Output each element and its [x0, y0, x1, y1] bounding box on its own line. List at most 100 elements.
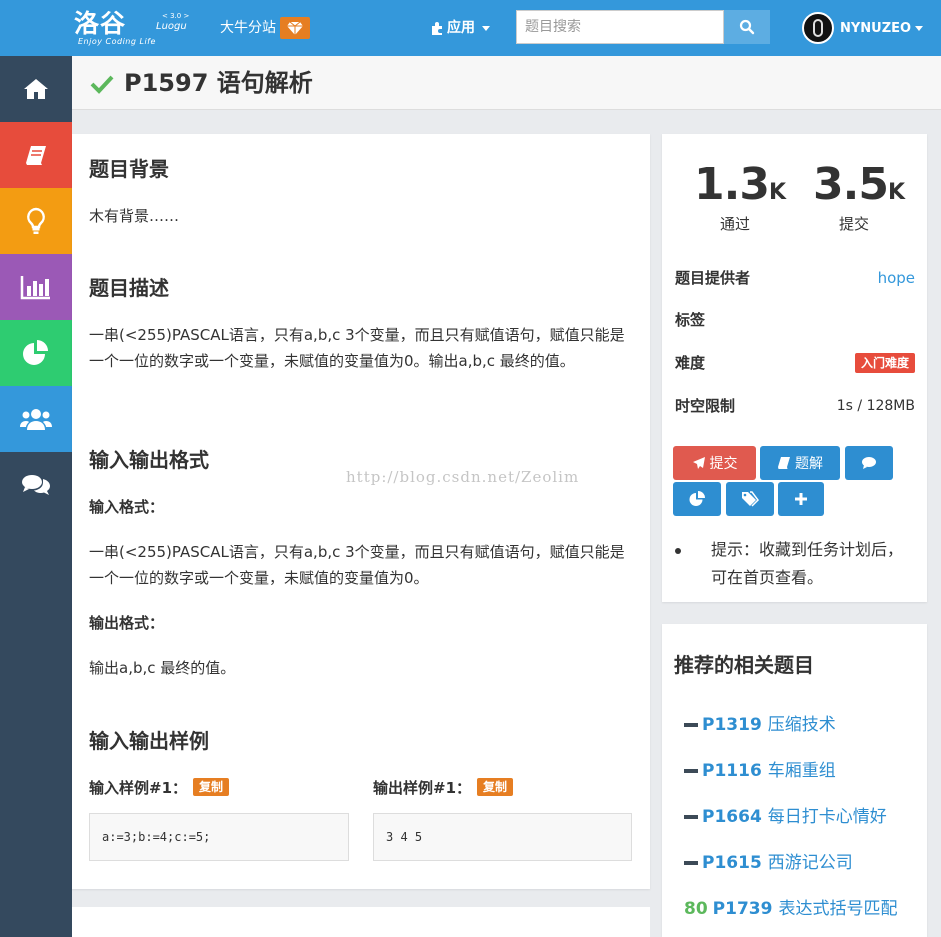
list-item[interactable]: P1319 压缩技术 — [684, 713, 836, 737]
bar-chart-icon — [20, 276, 50, 300]
discuss-button[interactable] — [845, 446, 893, 480]
output-format-label: 输出格式： — [89, 614, 165, 632]
sidebar-item-contests[interactable] — [0, 320, 72, 386]
subsite-label: 大牛分站 — [220, 20, 276, 36]
book-icon — [778, 457, 790, 469]
search-icon — [739, 19, 755, 35]
comments-icon — [22, 475, 50, 495]
difficulty-label: 难度 — [675, 354, 706, 372]
add-button[interactable] — [778, 482, 824, 516]
output-format-text: 输出a,b,c 最终的值。 — [89, 659, 236, 677]
problem-id: P1664 — [702, 807, 762, 827]
difficulty-badge: 入门难度 — [854, 353, 915, 373]
accepted-count: 1.3K — [694, 159, 787, 210]
page-title: P1597 语句解析 — [124, 69, 313, 97]
limit-label: 时空限制 — [675, 397, 736, 415]
provider-link[interactable]: hope — [878, 266, 915, 290]
tags-label: 标签 — [675, 311, 706, 329]
problem-info-card: 1.3K 通过 3.5K 提交 题目提供者 hope 标签 难度 入门难度 时空… — [662, 134, 927, 602]
tags-row: 标签 — [675, 308, 915, 332]
username: NYNUZEO — [840, 20, 912, 36]
sidebar-item-discuss[interactable] — [0, 452, 72, 518]
list-item[interactable]: 80 P1739 表达式括号匹配 — [684, 897, 897, 921]
problem-id: P1739 — [712, 899, 773, 919]
pie-chart-icon — [689, 491, 705, 506]
list-item[interactable]: P1116 车厢重组 — [684, 759, 836, 783]
problem-id: P1615 — [702, 853, 762, 873]
problem-name: 西游记公司 — [767, 853, 853, 873]
plus-icon — [795, 493, 807, 505]
comment-icon — [862, 457, 876, 469]
submit-button[interactable]: 提交 — [673, 446, 756, 480]
sample-output-label: 输出样例#1： — [373, 779, 472, 797]
user-menu[interactable]: NYNUZEO — [802, 12, 924, 44]
io-format-heading: 输入输出格式 — [89, 448, 209, 472]
limit-value: 1s / 128MB — [836, 398, 915, 414]
description-heading: 题目描述 — [89, 276, 169, 300]
accepted-label: 通过 — [719, 215, 750, 233]
hint-text: 提示：收藏到任务计划后，可在首页查看。 — [711, 540, 904, 587]
paper-plane-icon — [692, 457, 705, 469]
list-item[interactable]: P1615 西游记公司 — [684, 851, 853, 875]
copy-input-button[interactable]: 复制 — [193, 778, 230, 796]
list-item[interactable]: P1664 每日打卡心情好 — [684, 805, 887, 829]
book-icon — [26, 146, 46, 165]
watermark-text: http://blog.csdn.net/Zeolim — [346, 468, 580, 486]
submitted-count: 3.5K — [813, 159, 906, 210]
logo-version: < 3.0 > — [162, 12, 190, 20]
tags-icon — [742, 491, 759, 507]
users-icon — [20, 409, 52, 430]
sample-input-header: 输入样例#1： 复制 — [89, 777, 230, 799]
pie-chart-icon — [23, 340, 48, 365]
sidebar — [0, 56, 72, 937]
sample-input-label: 输入样例#1： — [89, 779, 188, 797]
problem-name: 压缩技术 — [767, 715, 836, 735]
samples-heading: 输入输出样例 — [89, 729, 209, 753]
problem-name: 每日打卡心情好 — [767, 807, 887, 827]
diamond-icon — [280, 17, 310, 39]
search-input[interactable] — [516, 10, 724, 44]
tags-button[interactable] — [726, 482, 774, 516]
chevron-down-icon — [915, 25, 924, 31]
dash-icon — [684, 861, 698, 865]
lightbulb-icon — [27, 207, 45, 234]
sidebar-item-training[interactable] — [0, 188, 72, 254]
sample-output-header: 输出样例#1： 复制 — [373, 777, 514, 799]
submitted-label: 提交 — [838, 215, 869, 233]
provider-row: 题目提供者 hope — [675, 266, 915, 290]
home-icon — [24, 79, 48, 99]
input-format-text: 一串(<255)PASCAL语言，只有a,b,c 3个变量，而且只有赋值语句，赋… — [89, 543, 625, 587]
submit-label: 提交 — [709, 456, 738, 472]
copy-output-button[interactable]: 复制 — [477, 778, 514, 796]
sidebar-item-ranking[interactable] — [0, 254, 72, 320]
puzzle-icon — [432, 22, 442, 35]
sidebar-item-problems[interactable] — [0, 122, 72, 188]
background-text: 木有背景…… — [89, 207, 180, 225]
subsite-link[interactable]: 大牛分站 — [220, 17, 310, 39]
recommended-problems-card: 推荐的相关题目 P1319 压缩技术 P1116 车厢重组 P1664 每日打卡… — [662, 624, 927, 937]
next-section-card — [72, 907, 650, 937]
top-nav-bar: 洛谷 < 3.0 > Luogu Enjoy Coding Life 大牛分站 … — [0, 0, 941, 56]
sidebar-item-team[interactable] — [0, 386, 72, 452]
limit-row: 时空限制 1s / 128MB — [675, 394, 915, 418]
difficulty-row: 难度 入门难度 — [675, 351, 915, 375]
logo-english: Luogu — [156, 21, 187, 32]
luogu-logo[interactable]: 洛谷 < 3.0 > Luogu Enjoy Coding Life — [74, 8, 194, 48]
check-icon — [90, 75, 114, 94]
sample-output-code: 3 4 5 — [373, 813, 632, 861]
problem-content-card: 题目背景 木有背景…… 题目描述 一串(<255)PASCAL语言，只有a,b,… — [72, 134, 650, 889]
stats-button[interactable] — [673, 482, 721, 516]
dash-icon — [684, 723, 698, 727]
apps-dropdown[interactable]: 应用 — [430, 18, 490, 38]
search-button[interactable] — [724, 10, 770, 44]
solution-label: 题解 — [795, 456, 823, 472]
problem-score: 80 — [684, 899, 708, 919]
problem-id: P1116 — [702, 761, 762, 781]
avatar — [802, 12, 834, 44]
sidebar-item-home[interactable] — [0, 56, 72, 122]
apps-label: 应用 — [447, 20, 475, 36]
description-text: 一串(<255)PASCAL语言，只有a,b,c 3个变量，而且只有赋值语句，赋… — [89, 326, 625, 370]
dash-icon — [684, 769, 698, 773]
solution-button[interactable]: 题解 — [760, 446, 840, 480]
logo-main-text: 洛谷 — [74, 9, 127, 38]
